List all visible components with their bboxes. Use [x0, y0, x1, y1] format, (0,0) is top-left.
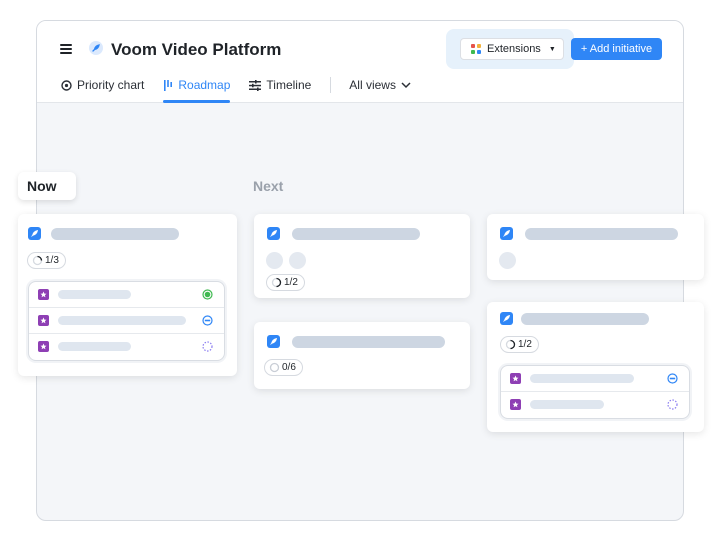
progress-ring-icon [269, 362, 280, 373]
progress-count: 1/3 [45, 255, 59, 266]
progress-count: 0/6 [282, 362, 296, 373]
progress-badge: 1/2 [266, 274, 305, 291]
extensions-label: Extensions [487, 43, 541, 55]
epic-list [500, 365, 690, 419]
epic-list [28, 281, 225, 361]
list-item[interactable] [29, 282, 224, 308]
view-tabs: Priority chart Roadmap Timeline All view… [61, 77, 411, 103]
add-initiative-button[interactable]: + Add initiative [571, 38, 662, 60]
progress-count: 1/2 [518, 339, 532, 350]
title-placeholder [292, 228, 420, 240]
initiative-card[interactable]: 0/6 [254, 322, 470, 389]
status-todo-icon [202, 341, 213, 352]
chevron-down-icon [401, 81, 411, 88]
rocket-icon [500, 312, 513, 325]
progress-count: 1/2 [284, 277, 298, 288]
status-done-icon [202, 289, 213, 300]
avatar [499, 252, 516, 269]
title-placeholder [292, 336, 445, 348]
title-placeholder [530, 400, 604, 409]
rocket-icon [28, 227, 41, 240]
initiative-card[interactable] [487, 214, 704, 280]
column-header-now: Now [18, 172, 76, 200]
title-placeholder [521, 313, 649, 325]
avatar [289, 252, 306, 269]
status-in-progress-icon [202, 315, 213, 326]
extensions-button[interactable]: Extensions ▼ [460, 38, 564, 60]
title-placeholder [530, 374, 634, 383]
status-in-progress-icon [667, 373, 678, 384]
caret-down-icon: ▼ [548, 45, 556, 53]
star-icon [38, 289, 49, 300]
extensions-highlight: Extensions ▼ [446, 29, 574, 69]
title-placeholder [58, 290, 131, 299]
progress-ring-icon [32, 255, 43, 266]
tab-label: Timeline [266, 78, 312, 92]
tab-divider [330, 77, 332, 93]
tab-label: Roadmap [178, 78, 231, 92]
top-bar: Voom Video Platform Extensions ▼ + Add i… [37, 21, 683, 103]
tab-timeline[interactable]: Timeline [249, 77, 311, 93]
roadmap-icon [164, 79, 173, 91]
menu-icon[interactable] [60, 44, 72, 54]
avatar [266, 252, 283, 269]
rocket-icon [89, 41, 103, 55]
tab-label: Priority chart [77, 78, 145, 92]
title-placeholder [58, 342, 131, 351]
initiative-card[interactable]: 1/2 [254, 214, 470, 298]
status-todo-icon [667, 399, 678, 410]
all-views-dropdown[interactable]: All views [349, 77, 411, 93]
column-header-next: Next [253, 178, 284, 194]
initiative-card[interactable]: 1/3 [18, 214, 237, 376]
tab-roadmap[interactable]: Roadmap [163, 77, 231, 103]
progress-badge: 1/2 [500, 336, 539, 353]
tab-priority-chart[interactable]: Priority chart [61, 77, 144, 93]
list-item[interactable] [501, 392, 689, 418]
progress-ring-icon [505, 339, 516, 350]
star-icon [38, 315, 49, 326]
all-views-label: All views [349, 78, 396, 92]
star-icon [510, 373, 521, 384]
extensions-icon [471, 44, 481, 54]
list-item[interactable] [501, 366, 689, 392]
progress-badge: 0/6 [264, 359, 303, 376]
progress-ring-icon [271, 277, 282, 288]
title-placeholder [58, 316, 186, 325]
timeline-icon [249, 79, 262, 91]
title-placeholder [525, 228, 678, 240]
rocket-icon [267, 335, 280, 348]
star-icon [38, 341, 49, 352]
page-title: Voom Video Platform [111, 40, 282, 59]
initiative-card[interactable]: 1/2 [487, 302, 704, 432]
star-icon [510, 399, 521, 410]
list-item[interactable] [29, 308, 224, 334]
list-item[interactable] [29, 334, 224, 360]
rocket-icon [500, 227, 513, 240]
target-icon [61, 79, 72, 91]
progress-badge: 1/3 [27, 252, 66, 269]
title-placeholder [51, 228, 179, 240]
rocket-icon [267, 227, 280, 240]
